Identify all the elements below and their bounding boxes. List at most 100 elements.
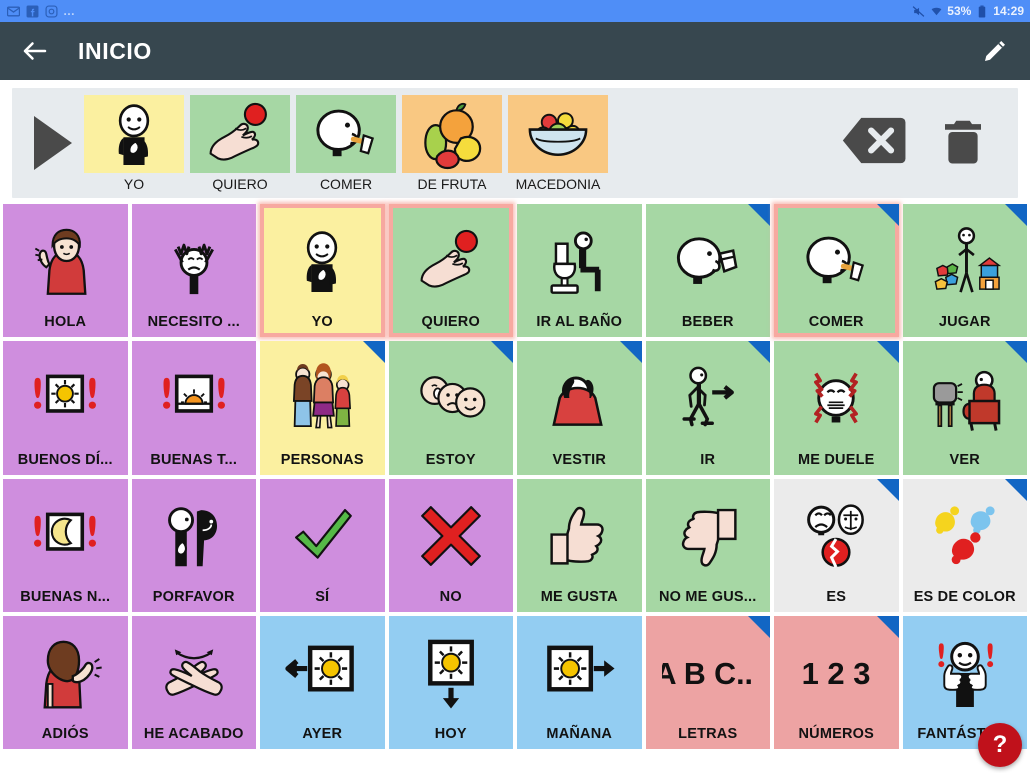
- pictogram-label: BUENAS T...: [150, 451, 238, 468]
- svg-text:1 2 3: 1 2 3: [802, 656, 871, 691]
- strip-actions: [840, 114, 1008, 173]
- person-self-icon: [84, 94, 184, 173]
- pictogram-cell[interactable]: ES DE COLOR: [902, 478, 1027, 612]
- pictogram-label: NÚMEROS: [798, 726, 874, 742]
- pictogram-label: ME GUSTA: [540, 588, 618, 605]
- pictogram-cell[interactable]: HE ACABADO: [131, 615, 256, 749]
- pictogram-cell[interactable]: IR AL BAÑO: [517, 204, 642, 338]
- sentence-item[interactable]: DE FRUTA: [402, 94, 502, 192]
- sentence-item-label: QUIERO: [212, 175, 268, 192]
- toilet-icon: [517, 204, 642, 314]
- pictogram-cell[interactable]: BUENAS T...: [131, 341, 257, 475]
- pictogram-cell[interactable]: COMER: [774, 204, 899, 338]
- pictogram-cell[interactable]: SÍ: [260, 478, 385, 612]
- pictogram-label: LETRAS: [678, 726, 738, 742]
- pictogram-cell[interactable]: VER: [902, 341, 1027, 475]
- pictogram-cell[interactable]: ADIÓS: [3, 615, 128, 749]
- pictogram-cell[interactable]: PERSONAS: [260, 341, 385, 475]
- pictogram-cell[interactable]: ME GUSTA: [517, 478, 642, 612]
- category-corner-icon: [1005, 478, 1027, 501]
- sunset-box-icon: [132, 341, 257, 451]
- pictogram-label: ES: [826, 588, 847, 605]
- sentence-item-label: YO: [123, 175, 145, 192]
- category-corner-icon: [362, 341, 385, 364]
- person-self-icon: [260, 204, 385, 314]
- status-overflow-icon: …: [63, 4, 76, 18]
- pictogram-label: ME DUELE: [797, 451, 875, 468]
- pictogram-label: IR: [700, 451, 716, 468]
- eat-spoon-icon: [296, 94, 396, 173]
- clock: 14:29: [993, 4, 1024, 18]
- girl-bye-icon: [3, 616, 128, 726]
- app-root: … 53% 14:29 INICIO YO QUIERO COMER DE FR…: [0, 0, 1030, 773]
- help-button[interactable]: ?: [978, 723, 1022, 767]
- gmail-icon: [6, 4, 20, 18]
- sentence-item[interactable]: QUIERO: [190, 94, 290, 192]
- category-corner-icon: [876, 204, 899, 226]
- pictogram-cell[interactable]: 1 2 3 NÚMEROS: [774, 615, 899, 749]
- hand-ball-icon: [190, 94, 290, 173]
- pictogram-label: ADIÓS: [41, 726, 89, 742]
- pictogram-label: YO: [311, 314, 333, 331]
- pictogram-cell[interactable]: NO ME GUS...: [645, 478, 771, 612]
- pictogram-cell[interactable]: AYER: [260, 615, 385, 749]
- backspace-icon[interactable]: [840, 115, 908, 171]
- sentence-item-label: COMER: [319, 175, 373, 192]
- sentence-item-label: MACEDONIA: [515, 175, 601, 192]
- pictogram-grid: HOLA NECESITO ... YO QUIERO IR AL BAÑO BEBER C…: [0, 204, 1030, 752]
- pictogram-cell[interactable]: HOLA: [3, 204, 128, 338]
- pictogram-cell[interactable]: IR: [645, 341, 770, 475]
- girl-waving-icon: [3, 204, 128, 314]
- thumb-down-icon: [646, 479, 771, 589]
- instagram-icon: [44, 4, 58, 18]
- sentence-item[interactable]: COMER: [296, 94, 396, 192]
- pictogram-label: NO ME GUS...: [659, 588, 757, 605]
- pictogram-cell[interactable]: A B C... LETRAS: [645, 615, 770, 749]
- pictogram-cell[interactable]: JUGAR: [902, 204, 1027, 338]
- sentence-item[interactable]: MACEDONIA: [508, 94, 608, 192]
- pictogram-label: JUGAR: [938, 314, 991, 331]
- pictogram-cell[interactable]: BEBER: [645, 204, 770, 338]
- please-two-icon: [132, 479, 257, 589]
- pictogram-cell[interactable]: MAÑANA: [517, 615, 642, 749]
- pictogram-cell[interactable]: HOY: [388, 615, 513, 749]
- pictogram-cell[interactable]: VESTIR: [517, 341, 642, 475]
- pictogram-label: SÍ: [315, 588, 330, 605]
- category-corner-icon: [748, 615, 770, 638]
- pictogram-cell[interactable]: BUENAS N...: [3, 478, 128, 612]
- pictogram-label: QUIERO: [421, 314, 480, 331]
- category-corner-icon: [748, 341, 770, 364]
- pictogram-cell[interactable]: ESTOY: [388, 341, 513, 475]
- category-corner-icon: [491, 341, 513, 364]
- category-corner-icon: [876, 341, 899, 364]
- app-bar: INICIO: [0, 22, 1030, 80]
- sun-box-icon: [3, 341, 128, 451]
- battery-percent: 53%: [947, 4, 972, 18]
- pictogram-cell[interactable]: BUENOS DÍ...: [3, 341, 128, 475]
- pictogram-label: HOLA: [44, 314, 87, 331]
- pictogram-label: BUENOS DÍ...: [17, 451, 113, 468]
- trash-icon[interactable]: [936, 114, 990, 173]
- pictogram-label: IR AL BAÑO: [536, 314, 623, 331]
- back-arrow-icon[interactable]: [20, 36, 50, 66]
- sentence-strip: YO QUIERO COMER DE FRUTA MACEDONIA: [12, 88, 1018, 198]
- pencil-icon[interactable]: [980, 36, 1010, 66]
- pictogram-label: VER: [949, 451, 980, 468]
- pictogram-label: PORFAVOR: [152, 588, 235, 605]
- play-button[interactable]: [22, 116, 84, 170]
- sentence-item-label: DE FRUTA: [417, 175, 487, 192]
- battery-icon: [975, 4, 989, 18]
- sentence-items: YO QUIERO COMER DE FRUTA MACEDONIA: [84, 94, 608, 192]
- status-bar: … 53% 14:29: [0, 0, 1030, 22]
- sentence-item[interactable]: YO: [84, 94, 184, 192]
- pictogram-cell[interactable]: ES: [774, 478, 899, 612]
- pictogram-cell[interactable]: ME DUELE: [774, 341, 899, 475]
- sun-right-icon: [517, 616, 642, 726]
- moon-box-icon: [3, 479, 128, 589]
- pictogram-cell[interactable]: NECESITO ...: [131, 204, 256, 338]
- pictogram-cell[interactable]: QUIERO: [388, 204, 513, 338]
- pictogram-cell[interactable]: YO: [260, 204, 385, 338]
- pictogram-cell[interactable]: PORFAVOR: [131, 478, 257, 612]
- pictogram-cell[interactable]: NO: [388, 478, 513, 612]
- category-corner-icon: [876, 478, 899, 501]
